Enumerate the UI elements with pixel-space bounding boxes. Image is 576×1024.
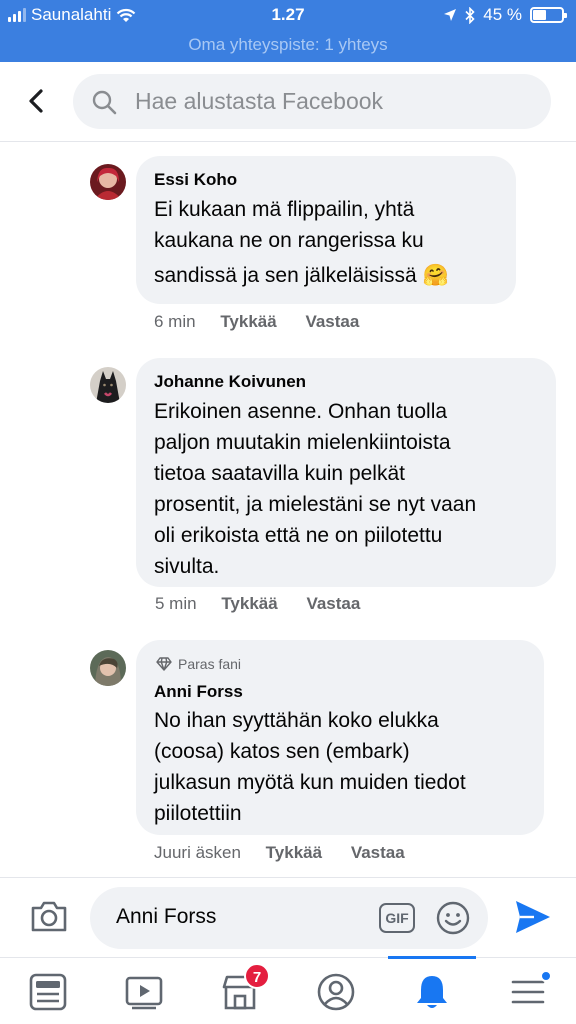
comment-bubble[interactable]: Essi Koho Ei kukaan mä flippailin, yhtä … [136,156,516,304]
gif-button[interactable]: GIF [379,903,415,933]
menu-dot-badge [540,970,552,982]
reply-button[interactable]: Vastaa [351,843,405,862]
comment-line: prosentit, ja mielestäni se nyt vaan [154,493,477,516]
comment-line: sandissä ja sen jälkeläisissä 🤗 [154,264,449,287]
comment-author[interactable]: Essi Koho [154,170,237,190]
location-arrow-icon [444,9,457,21]
avatar[interactable] [90,650,126,686]
comment-bubble[interactable]: Paras fani Anni Forss No ihan syyttähän … [136,640,544,835]
comment-line: tietoa saatavilla kuin pelkät [154,462,405,485]
emoji-icon[interactable] [435,900,471,936]
comment-time: Juuri äsken [154,843,241,862]
comment-input-value: Anni Forss [116,905,217,928]
comment-text: No ihan syyttähän koko elukka (coosa) ka… [154,705,466,829]
top-fan-badge: Paras fani [156,656,241,672]
comment-text: Ei kukaan mä flippailin, yhtä kaukana ne… [154,194,449,291]
top-fan-label: Paras fani [178,656,242,672]
comment-line: Erikoinen asenne. Onhan tuolla [154,400,448,423]
search-header: Hae alustasta Facebook [0,62,576,142]
diamond-icon [156,657,172,671]
notification-badge: 7 [244,963,270,989]
comment-line: sivulta. [154,555,220,578]
tab-menu[interactable] [492,958,564,1024]
bell-icon [417,976,447,1008]
video-play-icon [125,976,163,1010]
search-input[interactable]: Hae alustasta Facebook [73,74,551,129]
comment-line: oli erikoista että ne on piilotettu [154,524,443,547]
reply-button[interactable]: Vastaa [306,594,360,613]
avatar[interactable] [90,367,126,403]
send-icon[interactable] [514,899,552,935]
comment-line: kaukana ne on rangerissa ku [154,229,424,252]
tab-profile[interactable] [300,958,372,1024]
news-feed-icon [29,973,67,1011]
comment-composer: Anni Forss GIF [0,877,576,957]
tab-news-feed[interactable] [12,958,84,1024]
bluetooth-icon [465,6,475,24]
search-icon [92,90,117,115]
avatar[interactable] [90,164,126,200]
status-bar: Saunalahti 1.27 45 % Oma yhteyspiste: 1 … [0,0,576,62]
tab-bar: 7 [0,956,576,1024]
comment-text: Erikoinen asenne. Onhan tuolla paljon mu… [154,396,476,582]
battery-percent: 45 % [483,5,522,24]
comment-line: Ei kukaan mä flippailin, yhtä [154,198,415,221]
comment-meta: 5 min Tykkää Vastaa [155,594,360,614]
comment-line: piilotettiin [154,802,242,825]
comment-meta: 6 min Tykkää Vastaa [154,312,359,332]
comment-meta: Juuri äsken Tykkää Vastaa [154,843,405,863]
comment-author[interactable]: Johanne Koivunen [154,372,306,392]
profile-icon [317,973,355,1011]
comment-line: julkasun myötä kun muiden tiedot [154,771,466,794]
like-button[interactable]: Tykkää [266,843,322,862]
like-button[interactable]: Tykkää [220,312,276,331]
search-placeholder: Hae alustasta Facebook [135,88,384,114]
battery-icon [530,7,567,23]
comment-time: 6 min [154,312,196,331]
comment-line: (coosa) katos sen (embark) [154,740,410,763]
like-button[interactable]: Tykkää [221,594,277,613]
comment-line: paljon muutakin mielenkiintoista [154,431,451,454]
reply-button[interactable]: Vastaa [305,312,359,331]
hotspot-banner[interactable]: Oma yhteyspiste: 1 yhteys [0,35,576,55]
comment-author[interactable]: Anni Forss [154,682,243,702]
comment-input[interactable]: Anni Forss GIF [90,887,488,949]
camera-icon[interactable] [29,898,69,934]
comment-bubble[interactable]: Johanne Koivunen Erikoinen asenne. Onhan… [136,358,556,587]
tab-watch[interactable] [108,958,180,1024]
back-arrow-icon[interactable] [22,86,52,116]
comment-line: No ihan syyttähän koko elukka [154,709,439,732]
tab-notifications[interactable] [396,958,468,1024]
comment-time: 5 min [155,594,197,613]
